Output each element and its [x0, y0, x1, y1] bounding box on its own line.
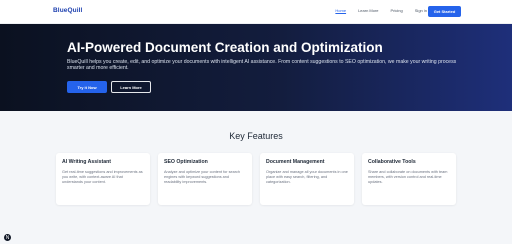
nav-pricing-link[interactable]: Pricing: [391, 8, 403, 13]
feature-card-title: SEO Optimization: [164, 159, 208, 165]
feature-card-document-management: Document Management Organize and manage …: [260, 153, 354, 205]
brand-logo[interactable]: BlueQuill: [53, 7, 82, 14]
feature-card-description: Analyze and optimize your content for se…: [164, 170, 240, 184]
feature-card-ai-writing: AI Writing Assistant Get real-time sugge…: [56, 153, 150, 205]
features-heading: Key Features: [229, 131, 283, 141]
hero-title: AI-Powered Document Creation and Optimiz…: [67, 40, 383, 55]
hero-section: AI-Powered Document Creation and Optimiz…: [0, 24, 512, 111]
learn-more-button[interactable]: Learn More: [111, 81, 151, 93]
nav-sign-in-link[interactable]: Sign in: [415, 8, 427, 13]
feature-card-description: Share and collaborate on documents with …: [368, 170, 448, 184]
feature-card-title: Collaborative Tools: [368, 159, 416, 165]
feature-card-collaborative-tools: Collaborative Tools Share and collaborat…: [362, 153, 456, 205]
main-nav: Home Learn More Pricing Sign in: [323, 8, 427, 13]
feature-card-description: Organize and manage all your documents i…: [266, 170, 348, 184]
feature-card-title: Document Management: [266, 159, 325, 165]
nav-home-link[interactable]: Home: [335, 8, 346, 13]
top-navbar: BlueQuill Home Learn More Pricing Sign i…: [0, 0, 512, 24]
feature-card-title: AI Writing Assistant: [62, 159, 111, 165]
hero-description: BlueQuill helps you create, edit, and op…: [67, 59, 457, 72]
help-icon[interactable]: N: [4, 234, 11, 241]
feature-card-seo: SEO Optimization Analyze and optimize yo…: [158, 153, 252, 205]
get-started-button[interactable]: Get Started: [428, 6, 461, 17]
try-it-now-button[interactable]: Try it Now: [67, 81, 107, 93]
feature-card-description: Get real-time suggestions and improvemen…: [62, 170, 143, 184]
nav-learn-more-link[interactable]: Learn More: [358, 8, 378, 13]
